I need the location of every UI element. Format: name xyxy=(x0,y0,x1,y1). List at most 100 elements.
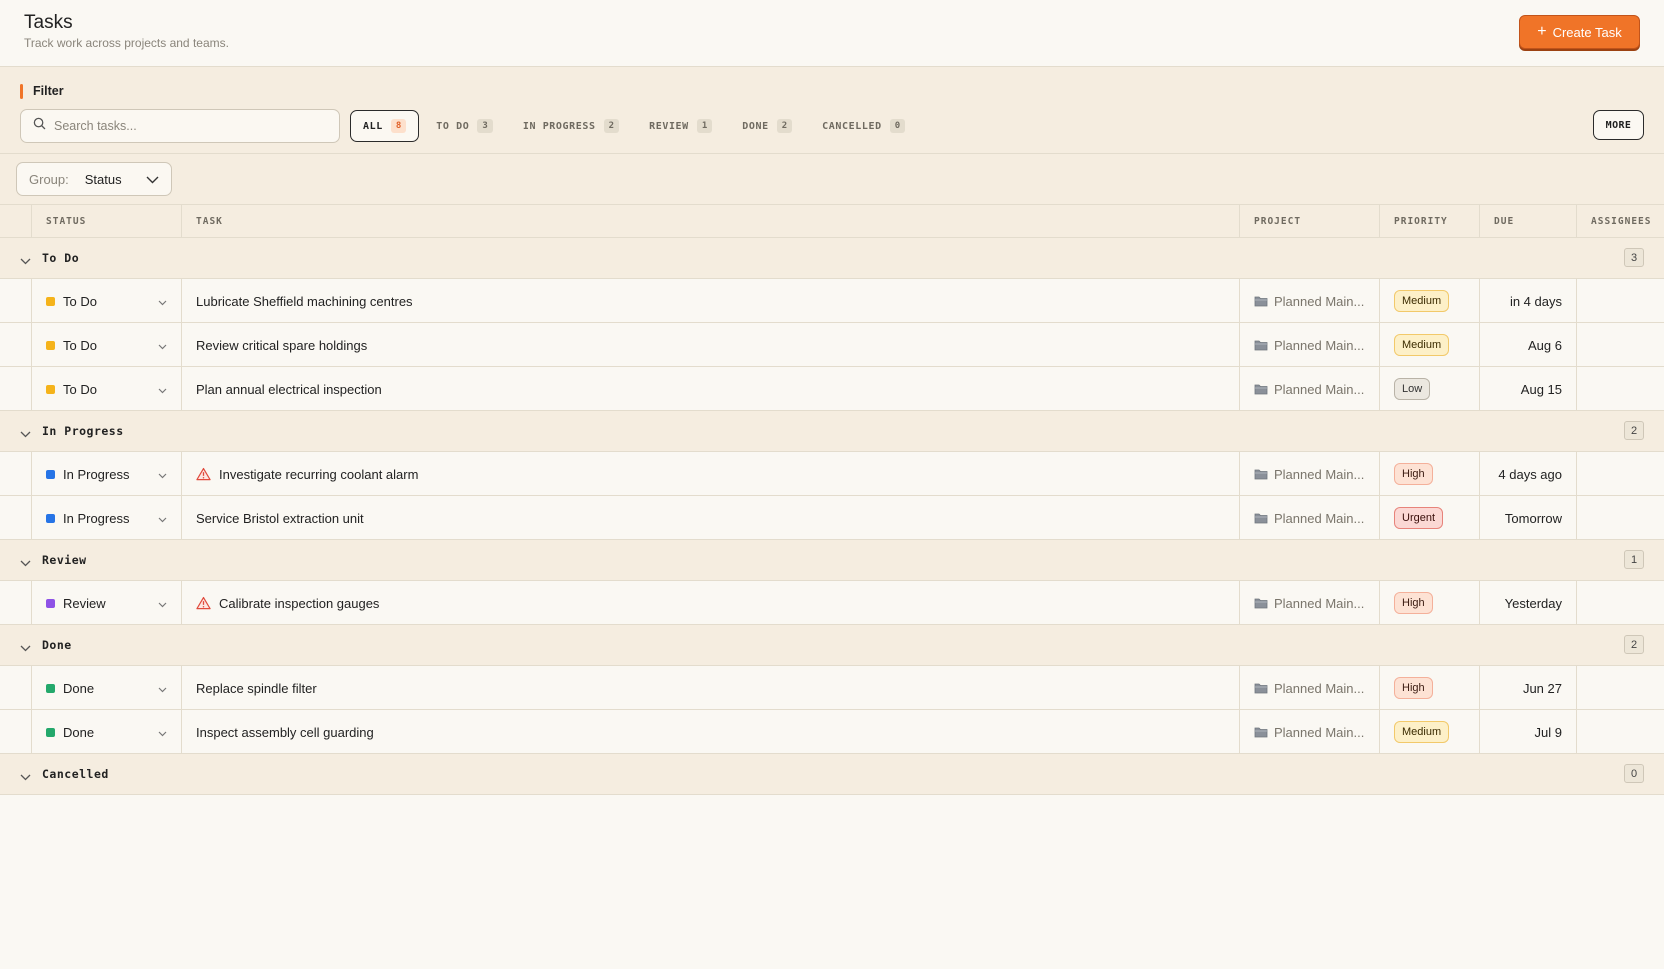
project-cell[interactable]: Planned Main... xyxy=(1239,367,1379,411)
due-cell[interactable]: Tomorrow xyxy=(1479,496,1576,540)
task-cell[interactable]: Calibrate inspection gauges xyxy=(181,581,1239,625)
project-cell[interactable]: Planned Main... xyxy=(1239,323,1379,367)
assignees-cell[interactable] xyxy=(1576,666,1664,710)
due-cell[interactable]: 4 days ago xyxy=(1479,452,1576,496)
status-cell[interactable]: To Do xyxy=(31,367,181,411)
chevron-down-icon[interactable] xyxy=(20,252,31,270)
column-assignees[interactable]: ASSIGNEES xyxy=(1576,205,1664,238)
due-cell[interactable]: Jul 9 xyxy=(1479,710,1576,754)
task-title[interactable]: Replace spindle filter xyxy=(196,681,317,696)
chevron-down-icon[interactable] xyxy=(20,639,31,657)
chevron-down-icon[interactable] xyxy=(158,511,167,526)
tab-all[interactable]: ALL 8 xyxy=(350,110,420,142)
chevron-down-icon[interactable] xyxy=(158,382,167,397)
task-title[interactable]: Review critical spare holdings xyxy=(196,338,367,353)
status-cell[interactable]: To Do xyxy=(31,323,181,367)
priority-badge[interactable]: Medium xyxy=(1394,290,1450,312)
priority-cell[interactable]: High xyxy=(1379,452,1479,496)
due-cell[interactable]: Yesterday xyxy=(1479,581,1576,625)
table-row[interactable]: To Do Review critical spare holdings Pla… xyxy=(0,323,1664,367)
status-cell[interactable]: Done xyxy=(31,710,181,754)
chevron-down-icon[interactable] xyxy=(158,294,167,309)
priority-cell[interactable]: Low xyxy=(1379,367,1479,411)
task-cell[interactable]: Inspect assembly cell guarding xyxy=(181,710,1239,754)
chevron-down-icon[interactable] xyxy=(158,681,167,696)
task-cell[interactable]: Replace spindle filter xyxy=(181,666,1239,710)
tab-cancelled[interactable]: CANCELLED 0 xyxy=(809,110,918,142)
project-cell[interactable]: Planned Main... xyxy=(1239,496,1379,540)
chevron-down-icon[interactable] xyxy=(158,338,167,353)
table-row[interactable]: Done Inspect assembly cell guarding Plan… xyxy=(0,710,1664,754)
priority-badge[interactable]: Low xyxy=(1394,378,1431,400)
task-title[interactable]: Plan annual electrical inspection xyxy=(196,382,382,397)
task-cell[interactable]: Review critical spare holdings xyxy=(181,323,1239,367)
project-cell[interactable]: Planned Main... xyxy=(1239,666,1379,710)
priority-badge[interactable]: High xyxy=(1394,677,1433,699)
column-status[interactable]: STATUS xyxy=(31,205,181,238)
task-cell[interactable]: Lubricate Sheffield machining centres xyxy=(181,279,1239,323)
status-cell[interactable]: Done xyxy=(31,666,181,710)
table-row[interactable]: In Progress Investigate recurring coolan… xyxy=(0,452,1664,496)
status-cell[interactable]: Review xyxy=(31,581,181,625)
group-row-cancelled[interactable]: Cancelled 0 xyxy=(0,754,1664,795)
priority-badge[interactable]: Medium xyxy=(1394,721,1450,743)
table-row[interactable]: To Do Lubricate Sheffield machining cent… xyxy=(0,279,1664,323)
priority-cell[interactable]: High xyxy=(1379,666,1479,710)
task-title[interactable]: Lubricate Sheffield machining centres xyxy=(196,294,413,309)
group-row-done[interactable]: Done 2 xyxy=(0,625,1664,666)
group-row-in-progress[interactable]: In Progress 2 xyxy=(0,411,1664,452)
task-title[interactable]: Calibrate inspection gauges xyxy=(219,596,379,611)
tab-review[interactable]: REVIEW 1 xyxy=(636,110,725,142)
due-cell[interactable]: Aug 6 xyxy=(1479,323,1576,367)
column-project[interactable]: PROJECT xyxy=(1239,205,1379,238)
project-cell[interactable]: Planned Main... xyxy=(1239,581,1379,625)
column-due[interactable]: DUE xyxy=(1479,205,1576,238)
tab-in-progress[interactable]: IN PROGRESS 2 xyxy=(510,110,632,142)
project-cell[interactable]: Planned Main... xyxy=(1239,452,1379,496)
assignees-cell[interactable] xyxy=(1576,279,1664,323)
table-row[interactable]: To Do Plan annual electrical inspection … xyxy=(0,367,1664,411)
task-cell[interactable]: Plan annual electrical inspection xyxy=(181,367,1239,411)
priority-cell[interactable]: Medium xyxy=(1379,323,1479,367)
project-cell[interactable]: Planned Main... xyxy=(1239,279,1379,323)
task-title[interactable]: Investigate recurring coolant alarm xyxy=(219,467,418,482)
more-button[interactable]: MORE xyxy=(1593,110,1644,140)
column-priority[interactable]: PRIORITY xyxy=(1379,205,1479,238)
priority-badge[interactable]: High xyxy=(1394,592,1433,614)
chevron-down-icon[interactable] xyxy=(158,725,167,740)
create-task-button[interactable]: + Create Task xyxy=(1519,15,1640,49)
priority-cell[interactable]: Medium xyxy=(1379,710,1479,754)
assignees-cell[interactable] xyxy=(1576,452,1664,496)
due-cell[interactable]: Jun 27 xyxy=(1479,666,1576,710)
project-cell[interactable]: Planned Main... xyxy=(1239,710,1379,754)
chevron-down-icon[interactable] xyxy=(158,467,167,482)
status-cell[interactable]: To Do xyxy=(31,279,181,323)
group-by-select[interactable]: Group: Status xyxy=(16,162,172,196)
task-title[interactable]: Inspect assembly cell guarding xyxy=(196,725,374,740)
assignees-cell[interactable] xyxy=(1576,323,1664,367)
assignees-cell[interactable] xyxy=(1576,496,1664,540)
status-cell[interactable]: In Progress xyxy=(31,452,181,496)
priority-cell[interactable]: High xyxy=(1379,581,1479,625)
chevron-down-icon[interactable] xyxy=(158,596,167,611)
priority-badge[interactable]: High xyxy=(1394,463,1433,485)
task-cell[interactable]: Service Bristol extraction unit xyxy=(181,496,1239,540)
status-cell[interactable]: In Progress xyxy=(31,496,181,540)
group-row-to-do[interactable]: To Do 3 xyxy=(0,238,1664,279)
priority-badge[interactable]: Medium xyxy=(1394,334,1450,356)
column-task[interactable]: TASK xyxy=(181,205,1239,238)
task-cell[interactable]: Investigate recurring coolant alarm xyxy=(181,452,1239,496)
task-title[interactable]: Service Bristol extraction unit xyxy=(196,511,364,526)
priority-cell[interactable]: Medium xyxy=(1379,279,1479,323)
table-row[interactable]: In Progress Service Bristol extraction u… xyxy=(0,496,1664,540)
priority-badge[interactable]: Urgent xyxy=(1394,507,1444,529)
search-input[interactable] xyxy=(54,119,324,133)
tab-done[interactable]: DONE 2 xyxy=(729,110,805,142)
priority-cell[interactable]: Urgent xyxy=(1379,496,1479,540)
assignees-cell[interactable] xyxy=(1576,710,1664,754)
chevron-down-icon[interactable] xyxy=(20,554,31,572)
due-cell[interactable]: in 4 days xyxy=(1479,279,1576,323)
assignees-cell[interactable] xyxy=(1576,581,1664,625)
search-box[interactable] xyxy=(20,109,340,143)
tab-to-do[interactable]: TO DO 3 xyxy=(423,110,506,142)
